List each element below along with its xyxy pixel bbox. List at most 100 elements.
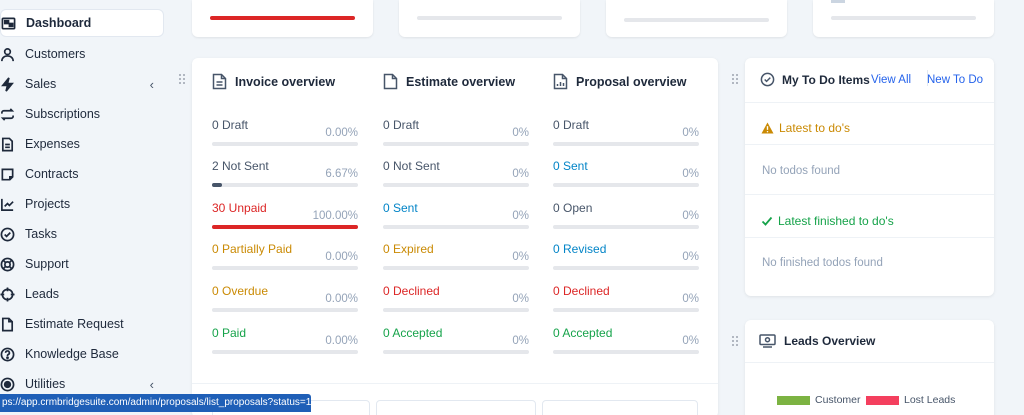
- new-todo-link[interactable]: New To Do: [927, 74, 983, 86]
- stat-percent: 0%: [512, 335, 529, 347]
- top-progress-bar: [624, 18, 769, 22]
- progress-track: [553, 266, 699, 270]
- overview-stat-row[interactable]: 0 Partially Paid 0.00%: [212, 242, 358, 282]
- stat-label[interactable]: 0 Draft: [383, 118, 419, 132]
- warning-icon: [761, 122, 774, 134]
- legend-item-lost-leads[interactable]: Lost Leads: [866, 394, 955, 406]
- stat-label[interactable]: 0 Revised: [553, 242, 606, 256]
- dashboard-icon: [0, 15, 16, 31]
- progress-track: [553, 308, 699, 312]
- divider: [745, 144, 994, 145]
- sidebar-item-knowledge-base[interactable]: Knowledge Base: [0, 340, 164, 368]
- progress-track: [553, 350, 699, 354]
- stat-percent: 0%: [512, 168, 529, 180]
- overview-stat-row[interactable]: 30 Unpaid 100.00%: [212, 201, 358, 241]
- stat-label[interactable]: 0 Open: [553, 201, 592, 215]
- stat-label[interactable]: 30 Unpaid: [212, 201, 267, 215]
- overview-stat-row[interactable]: 0 Revised 0%: [553, 242, 699, 282]
- sidebar-item-contracts[interactable]: Contracts: [0, 160, 164, 188]
- overview-stat-row[interactable]: 0 Accepted 0%: [553, 326, 699, 366]
- overview-stat-row[interactable]: 0 Accepted 0%: [383, 326, 529, 366]
- progress-track: [212, 350, 358, 354]
- sidebar-item-label: Support: [25, 257, 69, 271]
- overview-stat-row[interactable]: 0 Not Sent 0%: [383, 159, 529, 199]
- sidebar-item-expenses[interactable]: Expenses: [0, 130, 164, 158]
- tab-stub[interactable]: [542, 400, 698, 415]
- sidebar-item-customers[interactable]: Customers: [0, 40, 164, 68]
- stat-label[interactable]: 0 Sent: [553, 159, 588, 173]
- overview-stat-row[interactable]: 0 Draft 0%: [553, 118, 699, 158]
- stat-percent: 0.00%: [325, 293, 358, 305]
- proposal-overview-heading: Proposal overview: [553, 73, 686, 90]
- overview-stat-row[interactable]: 0 Sent 0%: [553, 159, 699, 199]
- user-icon: [0, 46, 15, 62]
- stat-label[interactable]: 0 Accepted: [553, 326, 612, 340]
- stat-label[interactable]: 0 Sent: [383, 201, 418, 215]
- chevron-left-icon[interactable]: ‹: [150, 377, 154, 392]
- progress-track: [553, 225, 699, 229]
- stat-label[interactable]: 0 Accepted: [383, 326, 442, 340]
- no-finished-todos-text: No finished todos found: [762, 257, 883, 269]
- overview-stat-row[interactable]: 0 Draft 0%: [383, 118, 529, 158]
- view-all-link[interactable]: View All: [871, 74, 911, 86]
- stat-label[interactable]: 0 Partially Paid: [212, 242, 292, 256]
- check-icon: [761, 216, 773, 226]
- sidebar-item-tasks[interactable]: Tasks: [0, 220, 164, 248]
- bolt-icon: [0, 76, 15, 92]
- sidebar-item-label: Contracts: [25, 167, 79, 181]
- tab-stub[interactable]: [376, 400, 536, 415]
- stat-label[interactable]: 0 Expired: [383, 242, 434, 256]
- stat-label[interactable]: 2 Not Sent: [212, 159, 269, 173]
- progress-track: [383, 142, 529, 146]
- overview-stat-row[interactable]: 0 Expired 0%: [383, 242, 529, 282]
- sidebar-item-support[interactable]: Support: [0, 250, 164, 278]
- progress-track: [383, 350, 529, 354]
- overview-stat-row[interactable]: 0 Paid 0.00%: [212, 326, 358, 366]
- stat-percent: 0%: [512, 293, 529, 305]
- divider: [745, 362, 994, 363]
- overview-stat-row[interactable]: 0 Declined 0%: [383, 284, 529, 324]
- sidebar-item-projects[interactable]: Projects: [0, 190, 164, 218]
- stat-label[interactable]: 0 Declined: [553, 284, 610, 298]
- overview-stat-row[interactable]: 0 Draft 0.00%: [212, 118, 358, 158]
- progress-track: [383, 183, 529, 187]
- overview-stat-row[interactable]: 0 Declined 0%: [553, 284, 699, 324]
- drag-handle-icon[interactable]: [732, 74, 738, 84]
- legend-item-customer[interactable]: Customer: [777, 394, 861, 406]
- status-url-bar: ps://app.crmbridgesuite.com/admin/propos…: [0, 394, 311, 412]
- top-progress-bar: [210, 16, 355, 20]
- legend-swatch: [777, 395, 810, 405]
- sidebar-item-sales[interactable]: Sales ‹: [0, 70, 164, 98]
- sidebar-item-dashboard[interactable]: Dashboard: [0, 9, 164, 37]
- proposal-icon: [553, 73, 568, 90]
- stat-percent: 0%: [512, 251, 529, 263]
- overview-stat-row[interactable]: 0 Open 0%: [553, 201, 699, 241]
- question-icon: [0, 346, 15, 362]
- top-progress-bar: [417, 16, 562, 20]
- document-icon: [0, 316, 15, 332]
- stat-percent: 0%: [682, 251, 699, 263]
- overview-stat-row[interactable]: 0 Overdue 0.00%: [212, 284, 358, 324]
- overview-stat-row[interactable]: 2 Not Sent 6.67%: [212, 159, 358, 199]
- progress-fill: [212, 225, 358, 229]
- progress-track: [212, 266, 358, 270]
- stat-label[interactable]: 0 Draft: [553, 118, 589, 132]
- drag-handle-icon[interactable]: [179, 74, 185, 84]
- legend-swatch: [866, 395, 899, 405]
- check-circle-icon: [760, 72, 775, 87]
- overview-stat-row[interactable]: 0 Sent 0%: [383, 201, 529, 241]
- top-stat-card: [399, 0, 580, 37]
- stat-percent: 0.00%: [325, 127, 358, 139]
- stat-label[interactable]: 0 Paid: [212, 326, 246, 340]
- chevron-left-icon[interactable]: ‹: [150, 77, 154, 92]
- stat-label[interactable]: 0 Not Sent: [383, 159, 440, 173]
- stat-label[interactable]: 0 Draft: [212, 118, 248, 132]
- sidebar-item-leads[interactable]: Leads: [0, 280, 164, 308]
- stat-label[interactable]: 0 Declined: [383, 284, 440, 298]
- sidebar-item-subscriptions[interactable]: Subscriptions: [0, 100, 164, 128]
- sidebar-item-estimate-request[interactable]: Estimate Request: [0, 310, 164, 338]
- file-icon: [0, 136, 15, 152]
- stat-label[interactable]: 0 Overdue: [212, 284, 268, 298]
- drag-handle-icon[interactable]: [732, 336, 738, 346]
- stat-percent: 6.67%: [325, 168, 358, 180]
